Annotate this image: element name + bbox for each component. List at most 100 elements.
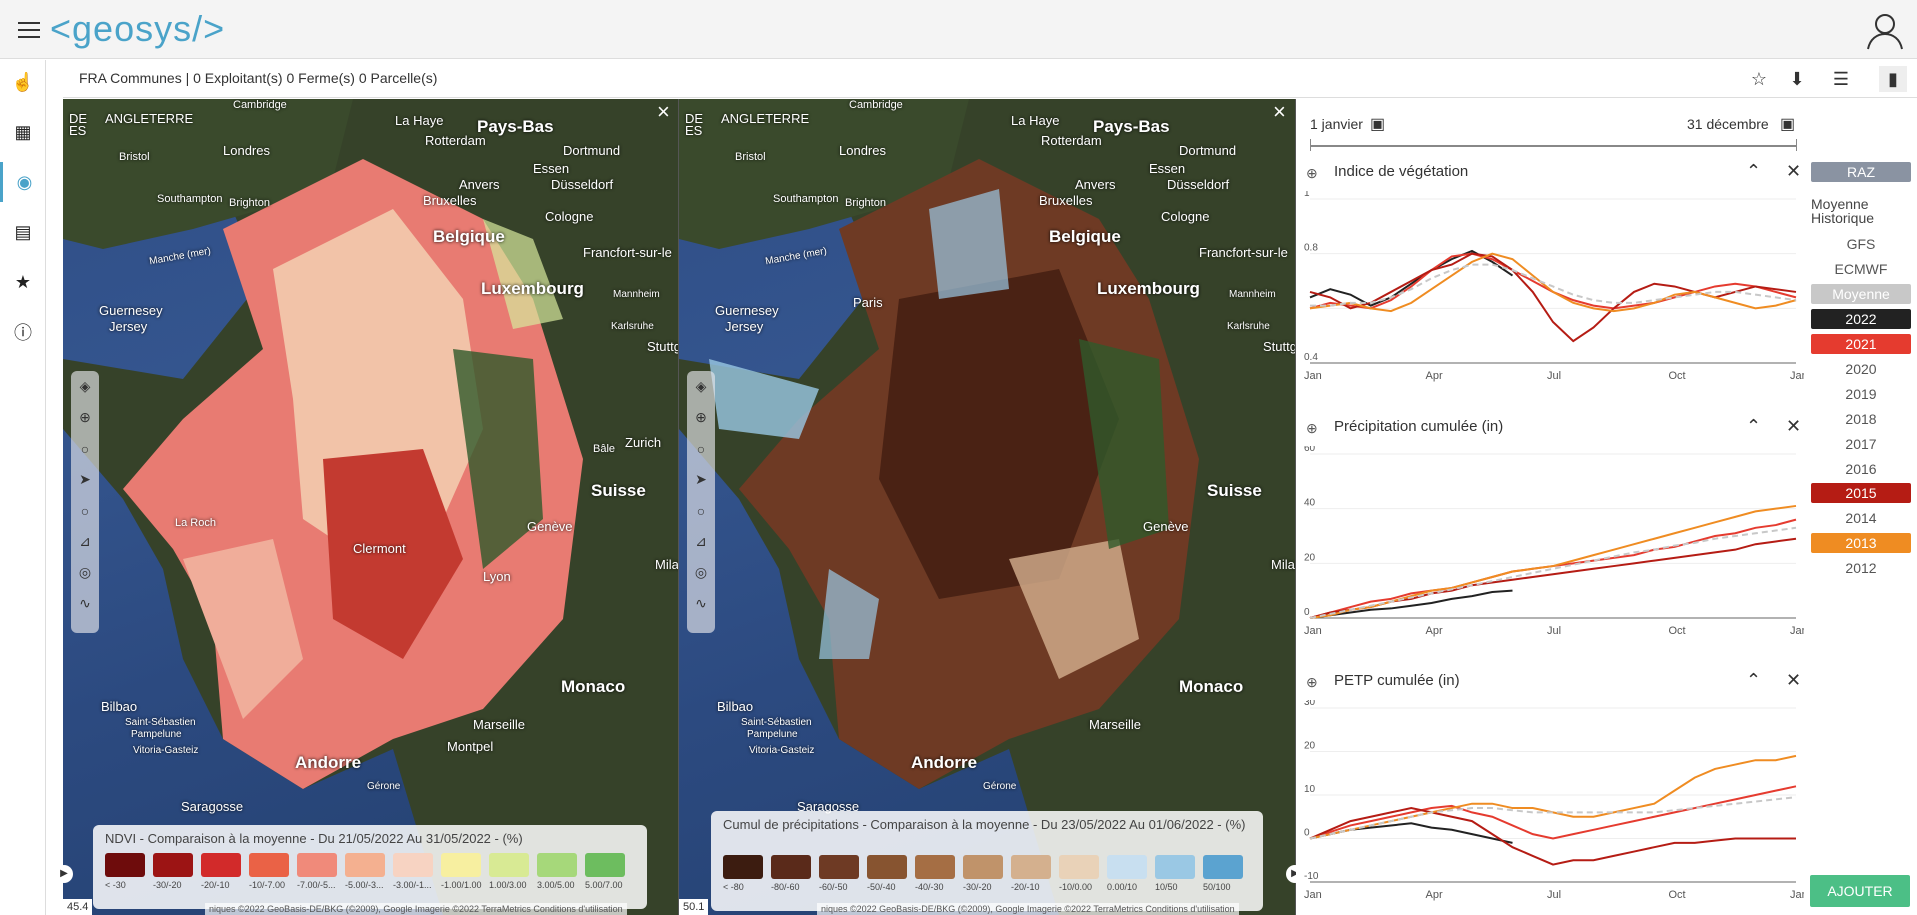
close-map-icon[interactable]: × — [1273, 99, 1286, 125]
date-range-slider[interactable] — [1310, 145, 1796, 147]
year-2016[interactable]: 2016 — [1811, 459, 1911, 479]
map-view-icon[interactable]: ▮ — [1879, 66, 1907, 92]
measure-icon[interactable]: ⊿ — [71, 526, 99, 557]
year-2013[interactable]: 2013 — [1811, 533, 1911, 553]
globe-icon[interactable]: ◉ — [0, 162, 46, 202]
measure-icon[interactable]: ⊿ — [687, 526, 715, 557]
menu-icon[interactable] — [18, 22, 40, 38]
legend-swatch — [249, 853, 289, 877]
zoom-icon[interactable]: ○ — [687, 433, 715, 464]
map-label: ES — [685, 123, 703, 138]
map-label: Genève — [527, 519, 573, 534]
legend-swatch — [867, 855, 907, 879]
legend-label: -80/-60 — [771, 882, 800, 892]
option-moyenne[interactable]: Moyenne — [1811, 284, 1911, 304]
year-2014[interactable]: 2014 — [1811, 508, 1911, 528]
option-ecmwf[interactable]: ECMWF — [1811, 259, 1911, 279]
close-icon[interactable]: ✕ — [1786, 161, 1801, 182]
year-2017[interactable]: 2017 — [1811, 434, 1911, 454]
map-label: Jersey — [109, 319, 148, 334]
map-label: Paris — [853, 295, 883, 310]
collapse-icon[interactable]: ⌃ — [1746, 416, 1761, 437]
year-2012[interactable]: 2012 — [1811, 558, 1911, 578]
map-label: Cambridge — [233, 99, 287, 111]
chart-precipitation: ⊕ Précipitation cumulée (in) ⌃ ✕ 60 40 20 0… — [1304, 416, 1879, 648]
map-expand-left-icon[interactable]: ▶ — [55, 865, 73, 883]
list-view-icon[interactable]: ☰ — [1827, 66, 1855, 92]
y-tick-label: 30 — [1304, 700, 1316, 708]
zoom-in-icon[interactable]: ⊕ — [687, 402, 715, 433]
y-tick-label: 20 — [1304, 741, 1316, 752]
favorite-star-icon[interactable]: ☆ — [1745, 66, 1773, 92]
legend-label: -10/0.00 — [1059, 882, 1093, 892]
historic-average-label[interactable]: Moyenne Historique — [1811, 197, 1915, 225]
slider-handle[interactable] — [1310, 139, 1311, 151]
legend-label: -40/-30 — [915, 882, 944, 892]
layers-icon[interactable]: ◈ — [71, 371, 99, 402]
option-gfs[interactable]: GFS — [1811, 234, 1911, 254]
date-end[interactable]: 31 décembre — [1687, 116, 1769, 132]
zoom-out-icon[interactable]: ○ — [687, 495, 715, 526]
precipitation-map[interactable]: DE ES ANGLETERRE Londres Bristol Cambrid… — [679, 99, 1296, 915]
year-2020[interactable]: 2020 — [1811, 359, 1911, 379]
navigate-icon[interactable]: ➤ — [687, 464, 715, 495]
year-2019[interactable]: 2019 — [1811, 384, 1911, 404]
download-icon[interactable]: ⬇ — [1783, 66, 1811, 92]
top-bar: <geosys/> — [0, 0, 1917, 59]
target-icon[interactable]: ◎ — [71, 557, 99, 588]
calendar-icon[interactable]: ▣ — [1780, 114, 1795, 134]
legend-label: -20/-10 — [1011, 882, 1040, 892]
raz-button[interactable]: RAZ — [1811, 162, 1911, 182]
legend-label: 50/100 — [1203, 882, 1231, 892]
map-label: Gérone — [367, 781, 401, 792]
calendar-icon[interactable]: ▣ — [1370, 114, 1385, 134]
year-2022[interactable]: 2022 — [1811, 309, 1911, 329]
pointer-icon[interactable]: ☝ — [0, 62, 46, 102]
map-label: Milan — [655, 557, 679, 572]
map-label: Brighton — [229, 197, 270, 209]
map-label: Marseille — [1089, 717, 1142, 732]
ndvi-map[interactable]: DE ES ANGLETERRE Londres Bristol Cambrid… — [63, 99, 679, 915]
zoom-icon[interactable]: ○ — [71, 433, 99, 464]
star-icon[interactable]: ★ — [0, 262, 46, 302]
map-label: Southampton — [157, 193, 223, 205]
map-label: Bilbao — [717, 699, 754, 714]
coordinate-readout: 50.1 — [679, 899, 709, 915]
map-label: Francfort-sur-le — [583, 245, 672, 260]
legend-label: -10/-7.00 — [249, 880, 286, 890]
year-2018[interactable]: 2018 — [1811, 409, 1911, 429]
close-map-icon[interactable]: × — [657, 99, 670, 125]
collapse-icon[interactable]: ⌃ — [1746, 670, 1761, 691]
legend-swatch — [915, 855, 955, 879]
map-label: Pampelune — [747, 729, 798, 740]
slider-handle[interactable] — [1796, 139, 1797, 151]
y-tick-label: 60 — [1304, 446, 1316, 454]
series-line-2022 — [1309, 589, 1513, 619]
draw-icon[interactable]: ∿ — [71, 588, 99, 619]
year-2021[interactable]: 2021 — [1811, 334, 1911, 354]
map-label: Bristol — [119, 151, 150, 163]
navigate-icon[interactable]: ➤ — [71, 464, 99, 495]
dashboard-icon[interactable]: ▦ — [0, 112, 46, 152]
map-label: Anvers — [459, 177, 500, 192]
zoom-in-icon[interactable]: ⊕ — [71, 402, 99, 433]
year-2015[interactable]: 2015 — [1811, 483, 1911, 503]
draw-icon[interactable]: ∿ — [687, 588, 715, 619]
layers-icon[interactable]: ◈ — [687, 371, 715, 402]
map-label: Saint-Sébastien — [125, 717, 196, 728]
report-icon[interactable]: ▤ — [0, 212, 46, 252]
zoom-out-icon[interactable]: ○ — [71, 495, 99, 526]
y-tick-label: 10 — [1304, 784, 1316, 795]
target-icon[interactable]: ◎ — [687, 557, 715, 588]
close-icon[interactable]: ✕ — [1786, 670, 1801, 691]
map-label: Lyon — [483, 569, 511, 584]
legend-swatch — [1059, 855, 1099, 879]
close-icon[interactable]: ✕ — [1786, 416, 1801, 437]
legend-label: -1.00/1.00 — [441, 880, 482, 890]
map-label: Pays-Bas — [1093, 117, 1170, 136]
user-icon[interactable] — [1865, 10, 1905, 50]
date-start[interactable]: 1 janvier — [1310, 116, 1363, 132]
info-icon[interactable]: ⓘ — [0, 312, 46, 352]
collapse-icon[interactable]: ⌃ — [1746, 161, 1761, 182]
add-button[interactable]: AJOUTER — [1810, 875, 1910, 907]
